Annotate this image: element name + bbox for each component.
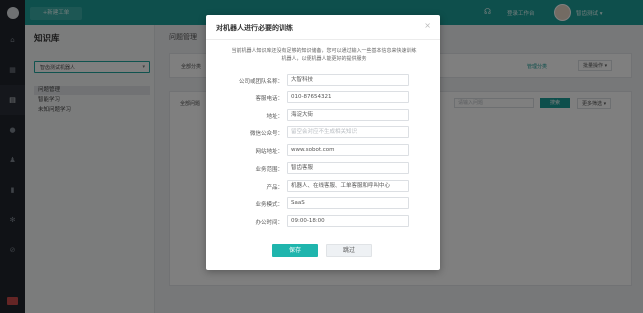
field-label: 微信公众号：	[249, 131, 283, 137]
company-name-input[interactable]: 大智科技	[287, 74, 409, 86]
office-hours-input[interactable]: 09:00-18:00	[287, 215, 409, 227]
field-company: 公司或团队名称： 大智科技	[206, 74, 440, 86]
wechat-input[interactable]: 留空会对应不生成相关知识	[287, 126, 409, 138]
field-website: 网站地址： www.sobot.com	[206, 144, 440, 156]
address-input[interactable]: 海淀大街	[287, 109, 409, 121]
field-office-hours: 办公时间： 09:00-18:00	[206, 215, 440, 227]
field-label: 客服电话：	[255, 96, 283, 102]
close-icon[interactable]: ×	[424, 21, 431, 30]
field-business-scope: 业务范围： 智齿客服	[206, 162, 440, 174]
field-label: 公司或团队名称：	[238, 79, 283, 85]
business-scope-input[interactable]: 智齿客服	[287, 162, 409, 174]
business-model-input[interactable]: SaaS	[287, 197, 409, 209]
field-label: 办公时间：	[255, 220, 283, 226]
skip-button[interactable]: 跳过	[326, 244, 372, 257]
field-label: 产品：	[266, 185, 283, 191]
field-wechat: 微信公众号： 留空会对应不生成相关知识	[206, 126, 440, 138]
field-label: 网站地址：	[255, 149, 283, 155]
field-address: 地址： 海淀大街	[206, 109, 440, 121]
training-dialog: 对机器人进行必要的训练 × 当前机器人知识库还没有足够的知识储备，您可以通过输入…	[206, 15, 440, 270]
field-label: 业务模式：	[255, 202, 283, 208]
divider	[206, 39, 440, 40]
field-label: 地址：	[266, 114, 283, 120]
save-button[interactable]: 保存	[272, 244, 318, 257]
website-input[interactable]: www.sobot.com	[287, 144, 409, 156]
field-phone: 客服电话： 010-87654321	[206, 91, 440, 103]
field-label: 业务范围：	[255, 167, 283, 173]
phone-input[interactable]: 010-87654321	[287, 91, 409, 103]
dialog-title: 对机器人进行必要的训练	[216, 24, 293, 32]
field-business-model: 业务模式： SaaS	[206, 197, 440, 209]
field-products: 产品： 机器人、在线客服、工单客服和呼叫中心	[206, 180, 440, 192]
dialog-description: 当前机器人知识库还没有足够的知识储备，您可以通过输入一些基本信息来快速训练机器人…	[231, 48, 417, 62]
products-input[interactable]: 机器人、在线客服、工单客服和呼叫中心	[287, 180, 409, 192]
